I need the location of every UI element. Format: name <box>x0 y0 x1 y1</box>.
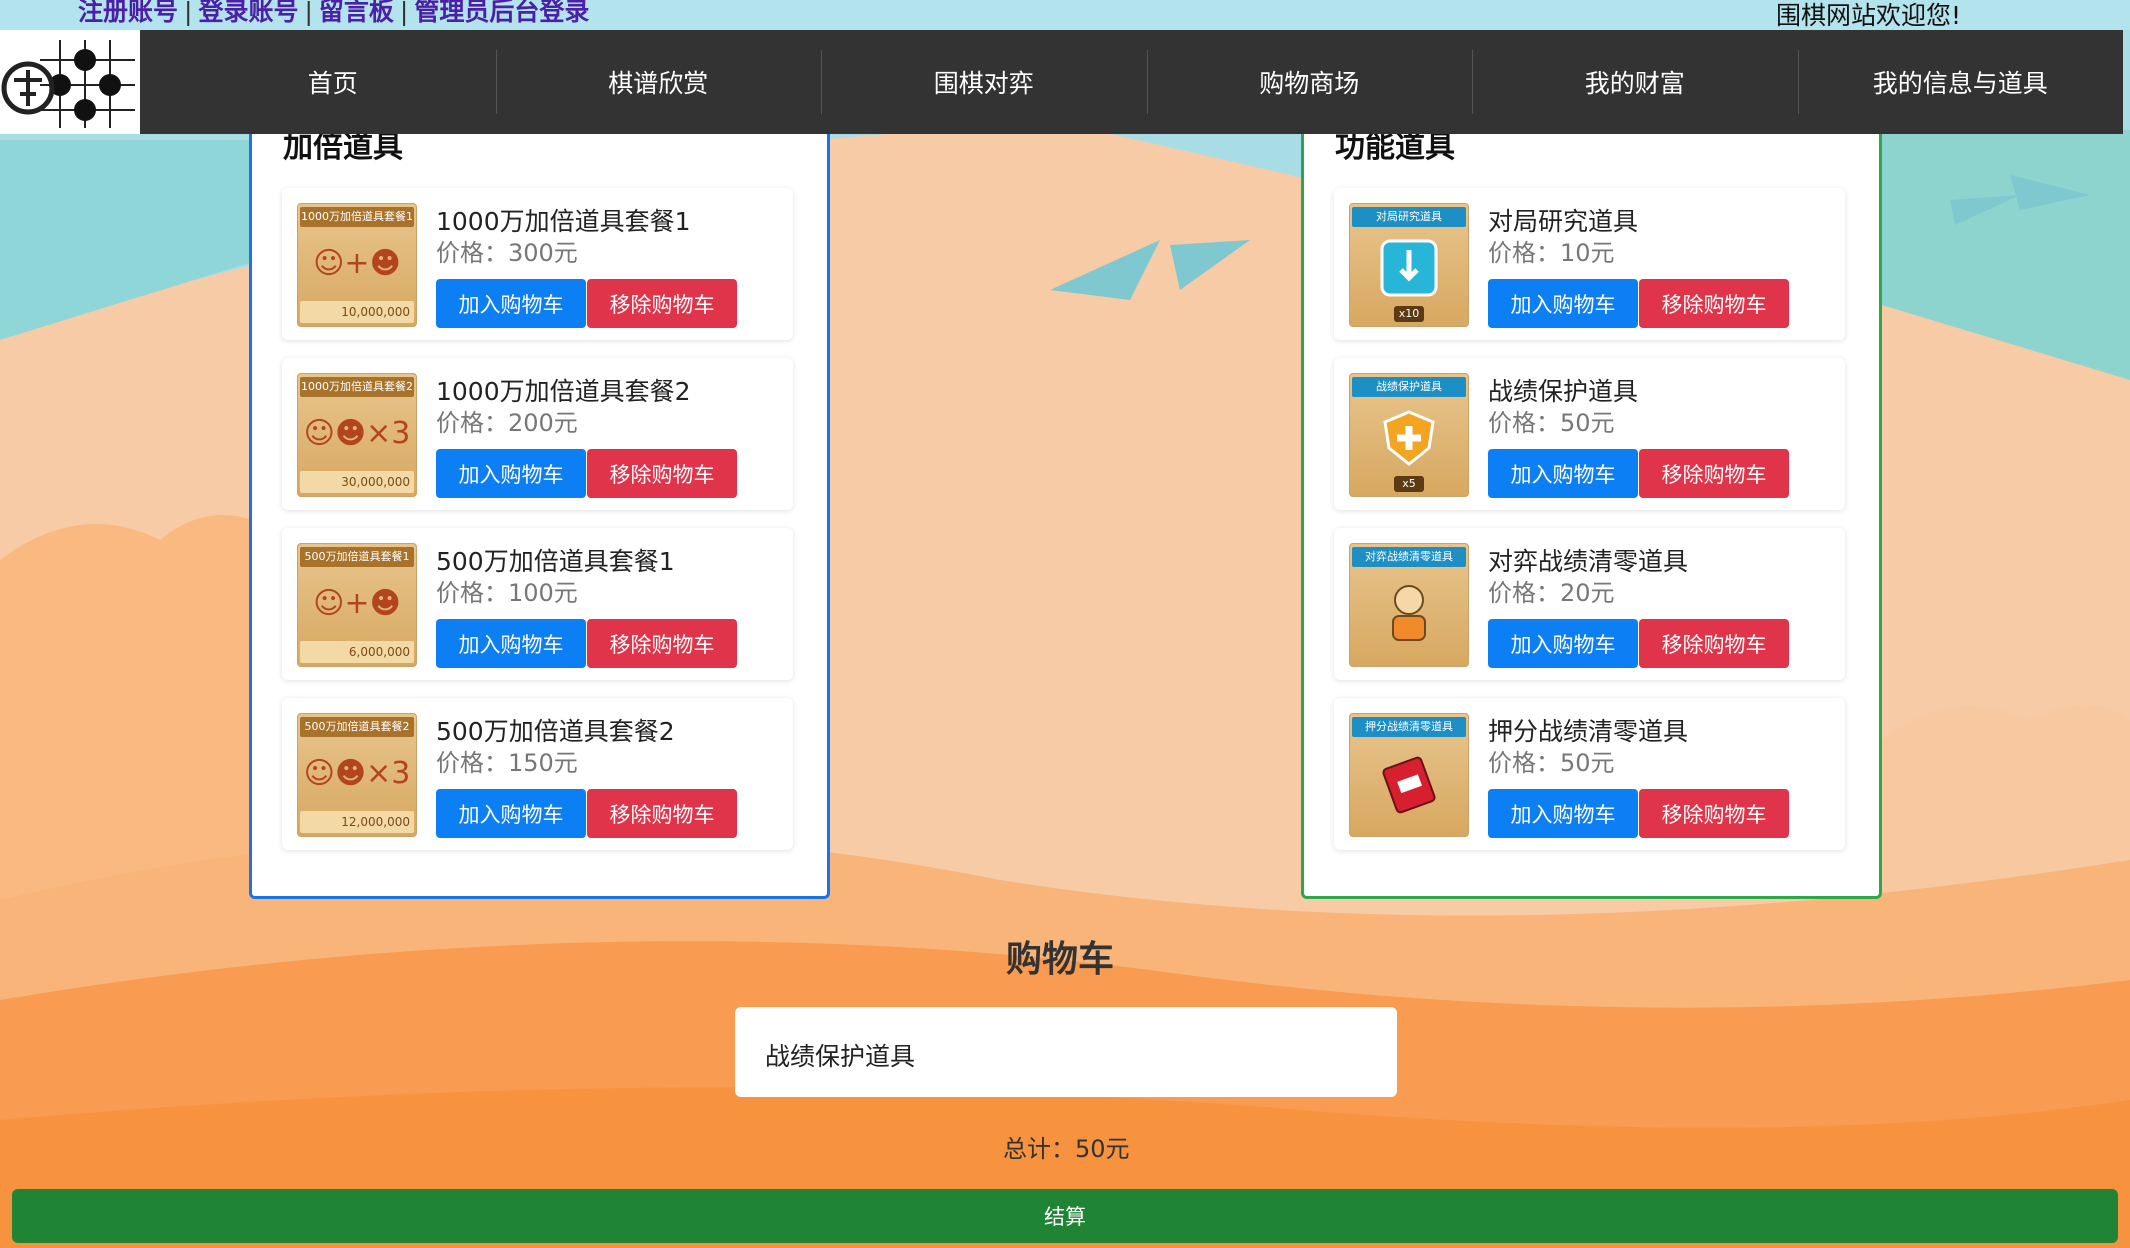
login-link[interactable]: 登录账号 <box>198 0 298 26</box>
add-to-cart-button[interactable]: 加入购物车 <box>436 279 586 328</box>
nav-menu: 首页 棋谱欣赏 围棋对弈 购物商场 我的财富 我的信息与道具 <box>170 30 2123 134</box>
double-items-panel: 加倍道具 1000万加倍道具套餐1 ☺+☻ 10,000,000 1000万加倍… <box>249 100 830 899</box>
product-thumbnail: 押分战绩清零道具 <box>1349 713 1469 837</box>
go-logo-icon <box>0 30 140 134</box>
product-price: 价格：50元 <box>1488 749 1615 777</box>
thumbnail-title: 500万加倍道具套餐1 <box>300 547 414 567</box>
remove-from-cart-button[interactable]: 移除购物车 <box>587 619 737 668</box>
product-price: 价格：100元 <box>436 579 578 607</box>
remove-from-cart-button[interactable]: 移除购物车 <box>1639 619 1789 668</box>
product-price: 价格：50元 <box>1488 409 1615 437</box>
cart-list: 战绩保护道具 <box>735 1007 1397 1097</box>
nav-wealth[interactable]: 我的财富 <box>1472 30 1798 134</box>
product-card: 对弈战绩清零道具 对弈战绩清零道具 价格：20元 加入购物车 移除购物车 <box>1334 528 1845 680</box>
character-icon: ☺☻×3 <box>303 416 411 451</box>
cart-title: 购物车 <box>1006 939 1115 980</box>
top-bar: 注册账号 | 登录账号 | 留言板 | 管理员后台登录 围棋网站欢迎您! <box>0 0 2130 30</box>
link-separator: | <box>399 0 409 26</box>
thumbnail-title: 1000万加倍道具套餐1 <box>300 207 414 227</box>
remove-from-cart-button[interactable]: 移除购物车 <box>587 279 737 328</box>
admin-login-link[interactable]: 管理员后台登录 <box>414 0 589 26</box>
remove-from-cart-button[interactable]: 移除购物车 <box>1639 449 1789 498</box>
character-icon: ☺+☻ <box>313 586 401 621</box>
thumbnail-amount: 10,000,000 <box>300 301 414 323</box>
thumbnail-amount: 12,000,000 <box>300 811 414 833</box>
product-card: 押分战绩清零道具 押分战绩清零道具 价格：50元 加入购物车 移除购物车 <box>1334 698 1845 850</box>
remove-from-cart-button[interactable]: 移除购物车 <box>1639 279 1789 328</box>
character-icon: ☺+☻ <box>313 246 401 281</box>
pointer-card-icon <box>1380 239 1438 297</box>
product-thumbnail: 战绩保护道具 x5 <box>1349 373 1469 497</box>
register-link[interactable]: 注册账号 <box>78 0 178 26</box>
nav-play-go[interactable]: 围棋对弈 <box>821 30 1147 134</box>
product-card: 对局研究道具 x10 对局研究道具 价格：10元 加入购物车 移除购物车 <box>1334 188 1845 340</box>
thumbnail-title: 500万加倍道具套餐2 <box>300 717 414 737</box>
thumbnail-quantity: x5 <box>1394 476 1424 492</box>
product-price: 价格：20元 <box>1488 579 1615 607</box>
shield-plus-icon <box>1383 410 1435 466</box>
main-navbar: 首页 棋谱欣赏 围棋对弈 购物商场 我的财富 我的信息与道具 <box>0 30 2123 134</box>
add-to-cart-button[interactable]: 加入购物车 <box>1488 619 1638 668</box>
thumbnail-title: 对局研究道具 <box>1352 207 1466 227</box>
thumbnail-title: 战绩保护道具 <box>1352 377 1466 397</box>
add-to-cart-button[interactable]: 加入购物车 <box>1488 279 1638 328</box>
character-icon: ☺☻×3 <box>303 756 411 791</box>
checkout-button[interactable]: 结算 <box>12 1189 2118 1243</box>
thumbnail-quantity: x10 <box>1394 306 1424 322</box>
product-thumbnail: 500万加倍道具套餐2 ☺☻×3 12,000,000 <box>297 713 417 837</box>
link-separator: | <box>304 0 313 26</box>
product-thumbnail: 1000万加倍道具套餐1 ☺+☻ 10,000,000 <box>297 203 417 327</box>
product-card: 1000万加倍道具套餐2 ☺☻×3 30,000,000 1000万加倍道具套餐… <box>282 358 793 510</box>
remove-from-cart-button[interactable]: 移除购物车 <box>1639 789 1789 838</box>
cart-item: 战绩保护道具 <box>765 1042 916 1071</box>
product-price: 价格：200元 <box>436 409 578 437</box>
thumbnail-title: 押分战绩清零道具 <box>1352 717 1466 737</box>
welcome-text: 围棋网站欢迎您! <box>1776 1 1962 30</box>
add-to-cart-button[interactable]: 加入购物车 <box>1488 449 1638 498</box>
thumbnail-title: 1000万加倍道具套餐2 <box>300 377 414 397</box>
nav-shop[interactable]: 购物商场 <box>1146 30 1473 134</box>
product-card: 500万加倍道具套餐1 ☺+☻ 6,000,000 500万加倍道具套餐1 价格… <box>282 528 793 680</box>
product-card: 战绩保护道具 x5 战绩保护道具 价格：50元 加入购物车 移除购物车 <box>1334 358 1845 510</box>
nav-home[interactable]: 首页 <box>170 30 496 134</box>
product-thumbnail: 1000万加倍道具套餐2 ☺☻×3 30,000,000 <box>297 373 417 497</box>
nav-my-info[interactable]: 我的信息与道具 <box>1797 30 2124 134</box>
product-price: 价格：10元 <box>1488 239 1615 267</box>
product-price: 价格：150元 <box>436 749 578 777</box>
add-to-cart-button[interactable]: 加入购物车 <box>436 449 586 498</box>
remove-from-cart-button[interactable]: 移除购物车 <box>587 789 737 838</box>
site-logo[interactable] <box>0 30 140 134</box>
function-items-panel: 功能道具 对局研究道具 x10 对局研究道具 价格：10元 加入购物车 移除购物… <box>1301 100 1882 899</box>
product-card: 500万加倍道具套餐2 ☺☻×3 12,000,000 500万加倍道具套餐2 … <box>282 698 793 850</box>
product-thumbnail: 500万加倍道具套餐1 ☺+☻ 6,000,000 <box>297 543 417 667</box>
product-price: 价格：300元 <box>436 239 578 267</box>
product-thumbnail: 对局研究道具 x10 <box>1349 203 1469 327</box>
product-thumbnail: 对弈战绩清零道具 <box>1349 543 1469 667</box>
product-card: 1000万加倍道具套餐1 ☺+☻ 10,000,000 1000万加倍道具套餐1… <box>282 188 793 340</box>
nav-game-records[interactable]: 棋谱欣赏 <box>495 30 822 134</box>
remove-from-cart-button[interactable]: 移除购物车 <box>587 449 737 498</box>
add-to-cart-button[interactable]: 加入购物车 <box>1488 789 1638 838</box>
thumbnail-amount: 30,000,000 <box>300 471 414 493</box>
red-book-icon <box>1382 756 1436 814</box>
thumbnail-amount: 6,000,000 <box>300 641 414 663</box>
add-to-cart-button[interactable]: 加入购物车 <box>436 619 586 668</box>
add-to-cart-button[interactable]: 加入购物车 <box>436 789 586 838</box>
eraser-character-icon <box>1392 585 1426 641</box>
thumbnail-title: 对弈战绩清零道具 <box>1352 547 1466 567</box>
link-separator: | <box>184 0 193 26</box>
account-links: 注册账号 | 登录账号 | 留言板 | 管理员后台登录 <box>78 0 589 28</box>
message-board-link[interactable]: 留言板 <box>319 0 394 26</box>
cart-total: 总计：50元 <box>1003 1135 1130 1163</box>
